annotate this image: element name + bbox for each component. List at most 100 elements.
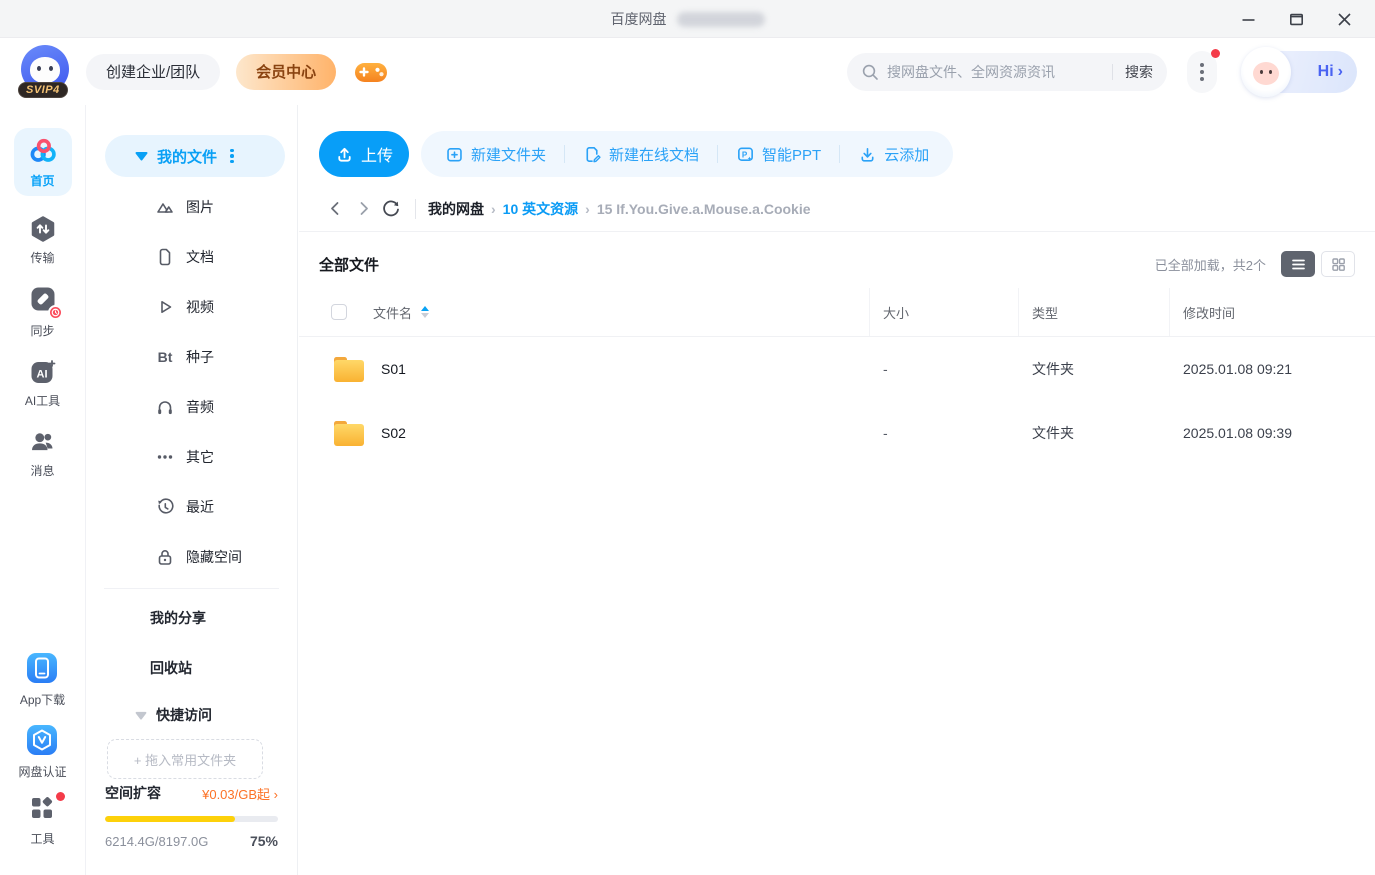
minimize-button[interactable] (1231, 3, 1265, 35)
search-button[interactable]: 搜索 (1125, 62, 1153, 82)
sort-asc-icon (421, 306, 430, 311)
search-icon (862, 64, 878, 80)
toolbar-action-group: 新建文件夹 新建在线文档 P 智能PPT 云添加 (421, 131, 954, 177)
header-right: 搜索 Hi › (847, 46, 1357, 97)
file-name[interactable]: S02 (381, 425, 406, 441)
breadcrumb-parent[interactable]: 10 英文资源 (503, 199, 578, 219)
svg-text:P: P (742, 150, 748, 159)
new-doc-icon (586, 146, 601, 162)
rail-item-app-download[interactable]: App下载 (20, 651, 65, 708)
document-icon (155, 247, 175, 267)
search-bar[interactable]: 搜索 (847, 52, 1167, 91)
sort-toggle[interactable] (421, 306, 430, 318)
sidebar-item-audio[interactable]: 音频 (86, 382, 297, 432)
upload-button[interactable]: 上传 (319, 131, 409, 177)
column-modified: 修改时间 (1183, 305, 1236, 321)
breadcrumb-root[interactable]: 我的网盘 (428, 199, 484, 219)
photo-icon (155, 197, 175, 217)
storage-progress-track (105, 816, 278, 822)
sidebar-item-other[interactable]: 其它 (86, 432, 297, 482)
rail-item-home[interactable]: 首页 (13, 128, 72, 196)
sidebar-item-my-files[interactable]: 我的文件 (105, 135, 285, 177)
storage-usage-text: 6214.4G/8197.0G (105, 833, 209, 849)
list-view-icon (1291, 259, 1305, 269)
view-toggle (1281, 251, 1355, 277)
sidebar-item-pictures[interactable]: 图片 (86, 182, 297, 232)
list-view-button[interactable] (1281, 251, 1315, 277)
rail-item-tools[interactable]: 工具 (29, 792, 66, 847)
people-icon (31, 433, 52, 451)
ai-tools-icon: AI (31, 360, 55, 383)
grid-view-button[interactable] (1321, 251, 1355, 277)
game-center-button[interactable] (352, 53, 390, 91)
file-modified: 2025.01.08 09:39 (1183, 425, 1292, 441)
search-divider (1112, 63, 1113, 80)
select-all-checkbox[interactable] (331, 304, 347, 320)
sidebar-item-recycle-bin[interactable]: 回收站 (86, 643, 297, 693)
storage-progress-fill (105, 816, 235, 822)
smart-ppt-button[interactable]: P 智能PPT (718, 144, 839, 165)
forward-button[interactable] (349, 195, 377, 223)
file-row[interactable]: S02 - 文件夹 2025.01.08 09:39 (299, 401, 1375, 465)
rail-item-messages[interactable]: 消息 (29, 428, 57, 479)
storage-price-link[interactable]: ¥0.03/GB起 › (202, 784, 278, 803)
sidebar-item-videos[interactable]: 视频 (86, 282, 297, 332)
toolbar: 上传 新建文件夹 新建在线文档 P 智能PPT 云添加 (319, 131, 954, 177)
user-avatar (1241, 46, 1291, 97)
chevron-left-icon (330, 202, 338, 215)
username-blurred (676, 11, 765, 27)
breadcrumb-row: 我的网盘 › 10 英文资源 › 15 If.You.Give.a.Mouse.… (299, 186, 1375, 232)
back-button[interactable] (321, 195, 349, 223)
maximize-button[interactable] (1279, 3, 1313, 35)
load-status-text: 已全部加载，共2个 (1154, 257, 1266, 273)
chevron-right-icon (360, 202, 368, 215)
rail-item-verification[interactable]: 网盘认证 (18, 723, 67, 780)
search-input[interactable] (887, 63, 1100, 80)
breadcrumb-current: 15 If.You.Give.a.Mouse.a.Cookie (596, 200, 811, 217)
column-type: 类型 (1019, 288, 1170, 336)
category-list: 图片 文档 视频 Bt 种子 音频 其它 最近 隐藏空间 (86, 182, 297, 582)
close-button[interactable] (1327, 3, 1361, 35)
header: SVIP4 创建企业/团队 会员中心 搜索 (0, 38, 1375, 105)
new-online-doc-button[interactable]: 新建在线文档 (565, 144, 717, 165)
new-folder-button[interactable]: 新建文件夹 (427, 144, 564, 165)
storage-section: 空间扩容 ¥0.03/GB起 › 6214.4G/8197.0G 75% (86, 783, 297, 849)
sidebar-item-documents[interactable]: 文档 (86, 232, 297, 282)
cloud-add-button[interactable]: 云添加 (840, 144, 947, 165)
more-menu-button[interactable] (1187, 48, 1220, 93)
sidebar-item-my-shares[interactable]: 我的分享 (86, 593, 297, 643)
file-row[interactable]: S01 - 文件夹 2025.01.08 09:21 (299, 337, 1375, 401)
minimize-icon (1242, 18, 1254, 21)
quick-access-header[interactable]: 快捷访问 (86, 705, 297, 725)
drop-favorite-folder-zone[interactable]: + 拖入常用文件夹 (107, 739, 263, 779)
storage-expand-label: 空间扩容 (105, 785, 161, 801)
app-download-icon (27, 653, 58, 683)
column-filename: 文件名 (373, 305, 413, 321)
breadcrumb-separator: › (585, 200, 590, 217)
rail-item-sync[interactable]: 同步 (29, 285, 63, 339)
file-type: 文件夹 (1032, 425, 1074, 441)
refresh-button[interactable] (377, 195, 405, 223)
folder-icon (334, 356, 364, 382)
history-clock-icon (155, 497, 175, 517)
create-team-button[interactable]: 创建企业/团队 (86, 53, 221, 90)
sidebar: 我的文件 图片 文档 视频 Bt 种子 音频 其它 最近 隐藏空间 我的分享 回… (86, 105, 298, 875)
rail-item-transfer[interactable]: 传输 (29, 215, 57, 266)
user-avatar-pill[interactable]: Hi › (1241, 46, 1357, 97)
my-files-menu-icon[interactable] (230, 148, 234, 164)
sidebar-item-torrents[interactable]: Bt 种子 (86, 332, 297, 382)
file-name[interactable]: S01 (381, 361, 406, 377)
caret-down-icon (135, 711, 147, 720)
account-logo[interactable]: SVIP4 (18, 44, 74, 100)
sidebar-item-hidden-space[interactable]: 隐藏空间 (86, 532, 297, 582)
headphones-icon (155, 397, 175, 417)
rail-bottom: App下载 网盘认证 工具 (18, 651, 67, 875)
vip-center-button[interactable]: 会员中心 (236, 53, 337, 90)
window-controls (1231, 0, 1361, 38)
breadcrumb: 我的网盘 › 10 英文资源 › 15 If.You.Give.a.Mouse.… (428, 199, 811, 219)
rail-item-ai-tools[interactable]: AI AI工具 (25, 358, 60, 409)
tools-grid-icon (32, 797, 53, 818)
sort-desc-icon (421, 313, 430, 318)
chevron-right-icon: › (1337, 62, 1343, 80)
sidebar-item-recent[interactable]: 最近 (86, 482, 297, 532)
